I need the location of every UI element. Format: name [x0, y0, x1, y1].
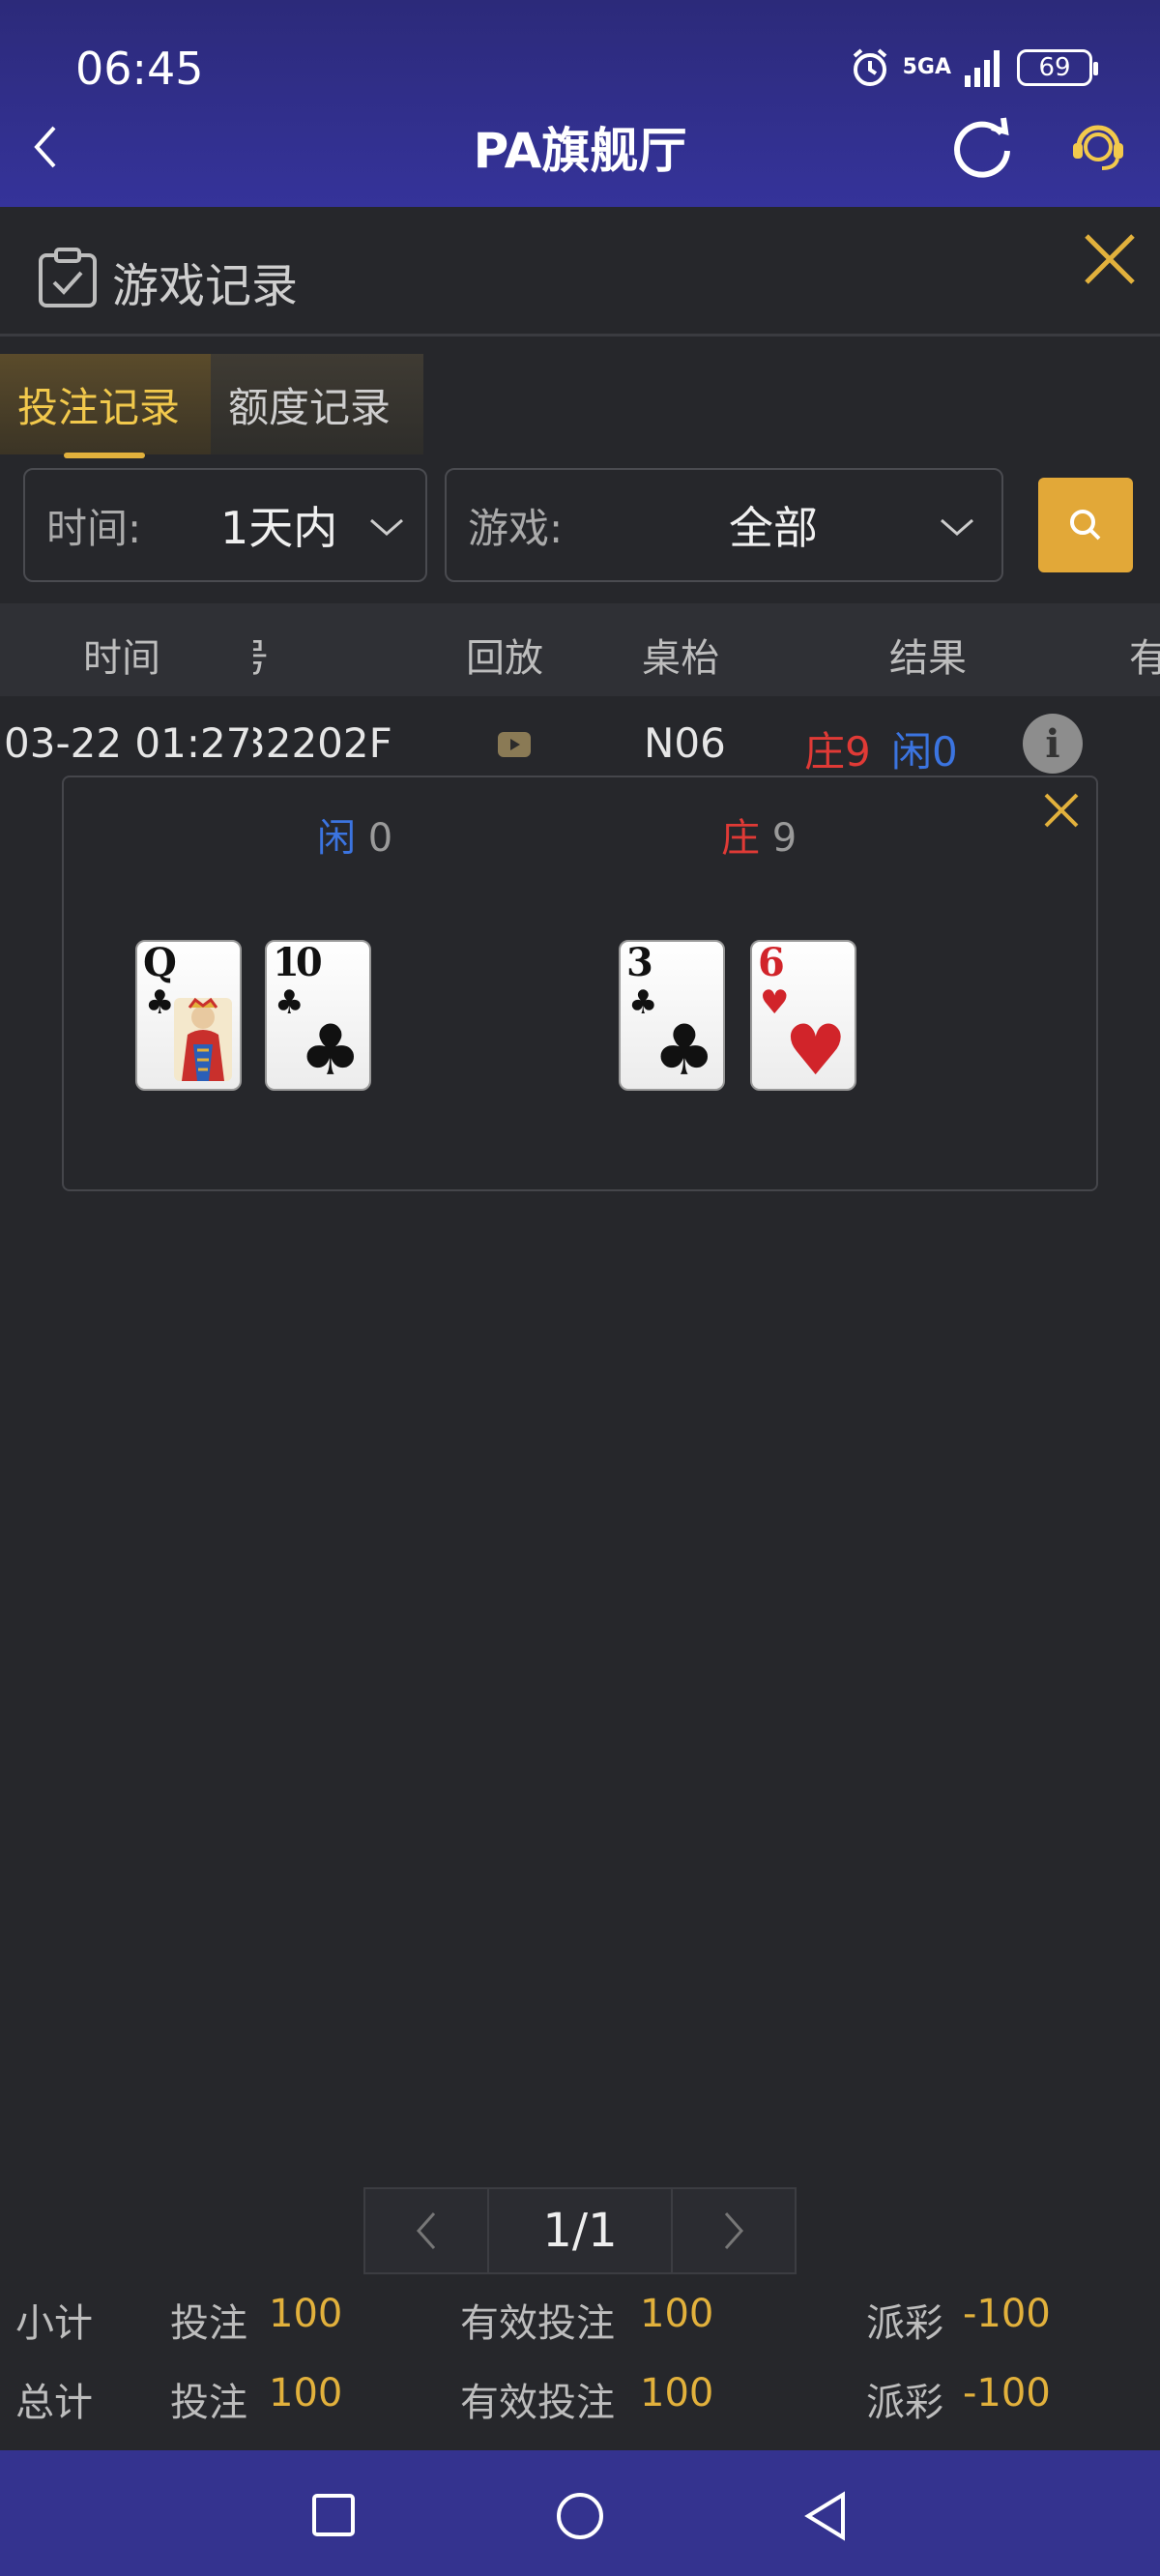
battery-indicator: 69: [1017, 49, 1098, 86]
alarm-icon: [853, 48, 886, 86]
refresh-icon[interactable]: [947, 112, 1017, 182]
card-suit-large: ♣: [299, 1010, 362, 1091]
banker-label: 庄: [721, 816, 760, 861]
column-valid: 有: [1129, 636, 1160, 681]
pagination: 1/1: [363, 2187, 797, 2274]
chevron-right-icon: [724, 2212, 744, 2249]
subtotal-payout-label: 派彩: [866, 2301, 943, 2346]
replay-video-icon[interactable]: [497, 731, 532, 758]
subtotal-row: 小计 投注 100 有效投注 100 派彩 -100: [0, 2292, 1160, 2350]
total-label: 总计: [15, 2381, 93, 2425]
row-result-player: 闲0: [891, 728, 958, 776]
subtotal-label: 小计: [15, 2301, 93, 2346]
row-id: 32202F: [253, 719, 404, 767]
tab-credit-records[interactable]: 额度记录: [211, 354, 423, 454]
total-valid-value: 100: [640, 2371, 714, 2415]
player-card-2: 10 ♣ ♣: [265, 940, 371, 1091]
game-filter-select[interactable]: 游戏: 全部: [445, 468, 1003, 582]
customer-service-icon[interactable]: [1067, 114, 1129, 176]
subtotal-bet-label: 投注: [170, 2301, 247, 2346]
status-time: 06:45: [75, 43, 204, 95]
next-page-button[interactable]: [673, 2189, 795, 2272]
round-detail-popup: 闲 0 庄 9 Q ♣ 10 ♣ ♣ 3 ♣ ♣ 6 ♥ ♥: [62, 776, 1098, 1191]
player-score-label: 闲 0: [317, 806, 392, 863]
system-nav-bar: [0, 2450, 1160, 2576]
player-card-1: Q ♣: [135, 940, 242, 1091]
top-bar: 06:45 5GA 69 PA旗舰厅: [0, 0, 1160, 207]
tab-bet-records[interactable]: 投注记录: [0, 354, 211, 458]
banker-score-label: 庄 9: [721, 806, 797, 863]
card-rank: 10: [273, 940, 323, 985]
total-payout-label: 派彩: [866, 2381, 943, 2425]
total-bet-label: 投注: [170, 2381, 247, 2425]
column-id: 号: [253, 627, 269, 683]
column-time: 时间: [83, 636, 160, 681]
game-filter-value: 全部: [729, 502, 818, 554]
row-id-text: 32202F: [253, 719, 392, 767]
back-triangle-icon[interactable]: [802, 2491, 849, 2541]
queen-portrait-icon: [174, 997, 232, 1081]
subtotal-valid-value: 100: [640, 2292, 714, 2336]
total-valid-label: 有效投注: [460, 2381, 615, 2425]
panel-title: 游戏记录: [112, 259, 299, 313]
table-header: 时间 号 回放 桌枱 结果 有: [0, 603, 1160, 696]
record-tabs: 投注记录 额度记录: [0, 354, 423, 458]
player-label: 闲: [317, 816, 356, 861]
banker-card-1: 3 ♣ ♣: [619, 940, 725, 1091]
card-rank: Q: [143, 940, 177, 985]
game-filter-label: 游戏:: [468, 504, 564, 552]
card-suit: ♣: [145, 983, 175, 1022]
page-indicator: 1/1: [487, 2189, 673, 2272]
prev-page-button[interactable]: [365, 2189, 487, 2272]
total-payout-value: -100: [963, 2371, 1051, 2415]
row-time: 03-22 01:27: [4, 719, 252, 767]
status-icons: 5GA 69: [849, 46, 1098, 89]
row-result-banker: 庄9: [804, 728, 871, 776]
total-bet-value: 100: [269, 2371, 343, 2415]
search-icon: [1070, 510, 1101, 541]
card-rank: 3: [626, 940, 653, 985]
network-label: 5GA: [902, 55, 951, 79]
column-result: 结果: [889, 636, 967, 681]
subtotal-valid-label: 有效投注: [460, 2301, 615, 2346]
close-icon[interactable]: [1081, 230, 1139, 288]
signal-icon: [965, 50, 1000, 87]
clipboard-check-icon: [39, 248, 97, 307]
game-record-header: 游戏记录: [0, 207, 1160, 337]
banker-score: 9: [771, 816, 798, 861]
recent-apps-icon[interactable]: [311, 2493, 356, 2537]
column-replay: 回放: [466, 636, 543, 681]
chevron-down-icon: [370, 518, 403, 536]
info-icon[interactable]: i: [1023, 714, 1083, 774]
subtotal-bet-value: 100: [269, 2292, 343, 2336]
total-row: 总计 投注 100 有效投注 100 派彩 -100: [0, 2371, 1160, 2429]
subtotal-payout-value: -100: [963, 2292, 1051, 2336]
battery-level: 69: [1038, 53, 1071, 82]
banker-card-2: 6 ♥ ♥: [750, 940, 856, 1091]
chevron-down-icon: [941, 518, 973, 536]
time-filter-select[interactable]: 时间: 1天内: [23, 468, 427, 582]
search-button[interactable]: [1038, 478, 1133, 572]
row-table: N06: [644, 719, 726, 767]
player-score: 0: [367, 816, 393, 861]
chevron-left-icon: [416, 2212, 436, 2249]
home-icon[interactable]: [555, 2491, 605, 2541]
time-filter-label: 时间:: [46, 504, 142, 552]
card-suit-large: ♣: [652, 1010, 715, 1091]
time-filter-value: 1天内: [220, 502, 338, 554]
card-rank: 6: [758, 940, 785, 985]
close-icon[interactable]: [1042, 791, 1081, 830]
card-suit-large: ♥: [784, 1010, 847, 1091]
column-table: 桌枱: [642, 636, 719, 681]
